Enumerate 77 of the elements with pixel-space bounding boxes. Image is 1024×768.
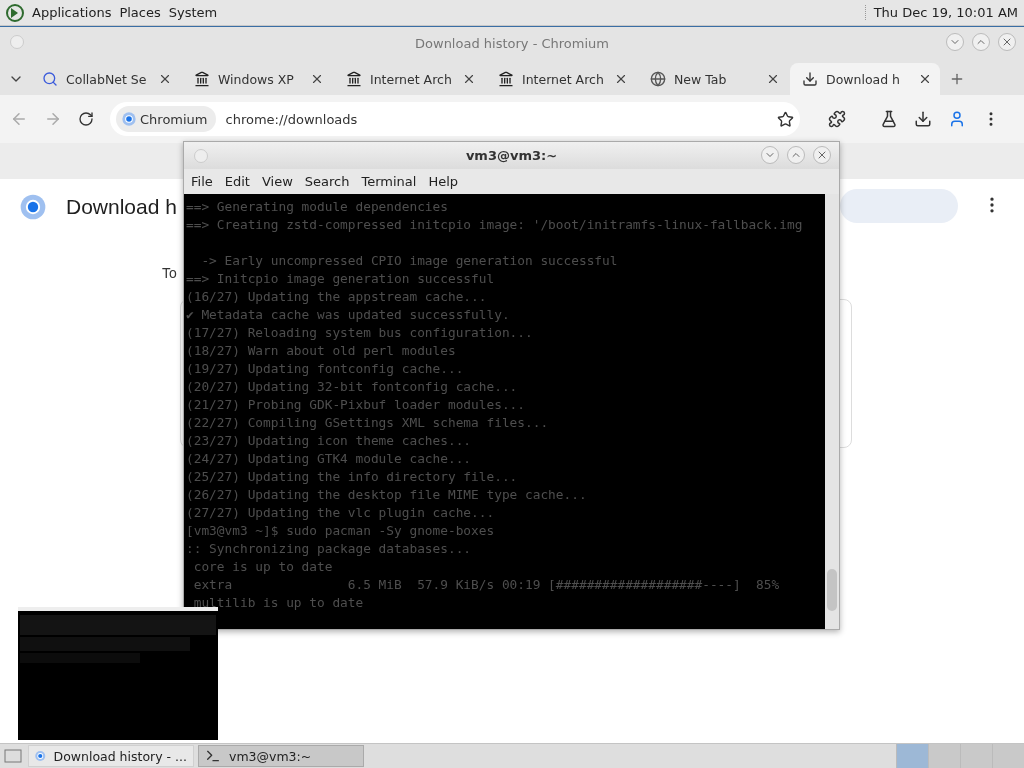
close-tab-icon[interactable]: [310, 72, 324, 86]
menu-item[interactable]: Help: [423, 172, 464, 191]
panel-menu[interactable]: System: [168, 5, 218, 20]
close-tab-icon[interactable]: [614, 72, 628, 86]
panel-menu[interactable]: Places: [119, 5, 161, 20]
menu-item[interactable]: Search: [299, 172, 355, 191]
terminal-line: ✔ Metadata cache was updated successfully.: [185, 306, 511, 324]
downloads-icon[interactable]: [914, 110, 932, 128]
terminal-line: [vm3@vm3 ~]$ sudo pacman -Sy gnome-boxes: [185, 522, 496, 540]
terminal-line: ==> Creating zstd-compressed initcpio image: '/boot/initramfs-linux-fallback.img: [185, 216, 804, 234]
terminal-line: (26/27) Updating the desktop file MIME type cache...: [185, 486, 588, 504]
download-icon: [802, 71, 818, 87]
terminal-line: (27/27) Updating the vlc plugin cache...: [185, 504, 496, 522]
clock[interactable]: Thu Dec 19, 10:01 AM: [864, 5, 1018, 20]
browser-tab[interactable]: New Tab: [638, 63, 788, 95]
search-field[interactable]: [840, 189, 958, 223]
browser-tab[interactable]: Download h: [790, 63, 940, 95]
terminal-line: (20/27) Updating 32-bit fontconfig cache...: [185, 378, 519, 396]
terminal-line: (18/27) Warn about old perl modules: [185, 342, 457, 360]
close-tab-icon[interactable]: [766, 72, 780, 86]
terminal-line: core is up to date: [192, 558, 334, 576]
terminal-line: (24/27) Updating GTK4 module cache...: [185, 450, 473, 468]
browser-tab[interactable]: Internet Arch: [486, 63, 636, 95]
close-icon: [1001, 36, 1013, 48]
page-title: Download h: [66, 195, 177, 219]
close-tab-icon[interactable]: [918, 72, 932, 86]
reload-button[interactable]: [78, 111, 94, 127]
new-tab-plus-icon[interactable]: [949, 71, 965, 87]
browser-logo-icon: [35, 748, 46, 764]
taskbar-button[interactable]: Download history - ...: [28, 745, 194, 767]
browser-tab[interactable]: CollabNet Se: [30, 63, 180, 95]
panel-menu[interactable]: Applications: [32, 5, 112, 20]
terminal-line: (17/27) Reloading system bus configuration...: [185, 324, 534, 342]
window-title: Download history - Chromium: [415, 35, 609, 51]
landmark-icon: [346, 71, 362, 87]
browser-tab[interactable]: Windows XP: [182, 63, 332, 95]
search-icon: [42, 71, 58, 87]
terminal-line: (21/27) Probing GDK-Pixbuf loader modules...: [185, 396, 526, 414]
terminal-line: -> Early uncompressed CPIO image generation successful: [200, 252, 619, 270]
terminal-line: ==> Generating module dependencies: [185, 198, 449, 216]
close-button[interactable]: [998, 33, 1016, 51]
landmark-icon: [194, 71, 210, 87]
distro-logo-icon: [6, 3, 24, 22]
close-icon: [816, 149, 828, 161]
landmark-icon: [498, 71, 514, 87]
terminal-line: multilib is up to date: [192, 594, 365, 612]
terminal-line: (19/27) Updating fontconfig cache...: [185, 360, 465, 378]
close-button[interactable]: [813, 146, 831, 164]
extensions-icon[interactable]: [828, 110, 846, 128]
terminal-line: (22/27) Compiling GSettings XML schema files...: [185, 414, 550, 432]
terminal-line: (16/27) Updating the appstream cache...: [185, 288, 488, 306]
terminal-line: :: Synchronizing package databases...: [185, 540, 473, 558]
scrollbar[interactable]: [825, 194, 839, 629]
terminal-title: vm3@vm3:~: [465, 148, 558, 163]
menu-item[interactable]: View: [256, 172, 298, 191]
bookmark-star-icon[interactable]: [777, 110, 794, 128]
browser-logo-icon: [122, 112, 136, 126]
globe-icon: [650, 71, 666, 87]
menu-item[interactable]: File: [186, 172, 218, 191]
terminal-line: ==> Initcpio image generation successful: [185, 270, 496, 288]
url-text: chrome://downloads: [225, 111, 359, 127]
menu-item[interactable]: Edit: [219, 172, 255, 191]
browser-tab[interactable]: Internet Arch: [334, 63, 484, 95]
taskbar-button[interactable]: vm3@vm3:~: [198, 745, 364, 767]
address-bar[interactable]: Chromium chrome://downloads: [110, 102, 800, 136]
flask-icon[interactable]: [880, 110, 898, 128]
close-tab-icon[interactable]: [158, 72, 172, 86]
profile-icon[interactable]: [948, 110, 966, 128]
close-tab-icon[interactable]: [462, 72, 476, 86]
terminal-line: extra 6.5 MiB 57.9 KiB/s 00:19 [###################----] 85%: [192, 576, 781, 594]
site-chip[interactable]: Chromium: [116, 106, 216, 132]
menu-item[interactable]: Terminal: [356, 172, 422, 191]
terminal-icon: [205, 748, 221, 764]
section-label: To: [162, 265, 177, 281]
terminal-line: (25/27) Updating the info directory file...: [185, 468, 519, 486]
terminal-line: (23/27) Updating icon theme caches...: [185, 432, 473, 450]
browser-logo-icon: [20, 194, 46, 220]
